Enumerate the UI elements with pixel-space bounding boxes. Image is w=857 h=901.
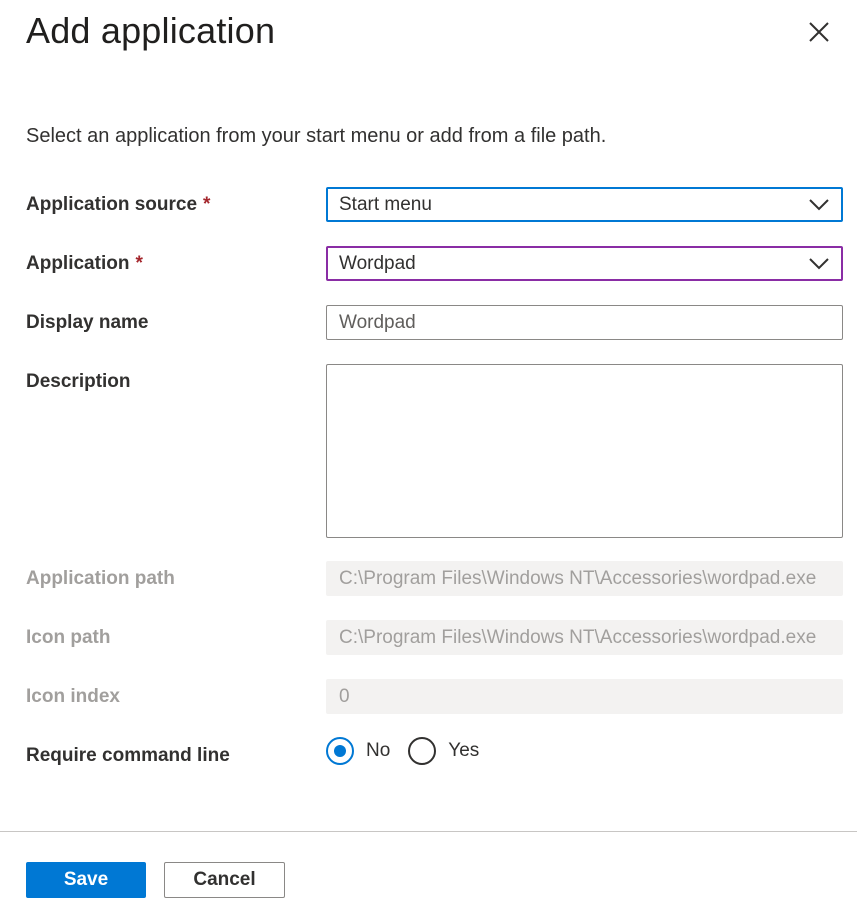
application-source-value: Start menu — [339, 193, 432, 215]
application-path-value: C:\Program Files\Windows NT\Accessories\… — [339, 567, 817, 589]
application-label: Application * — [26, 253, 143, 275]
panel-title: Add application — [26, 10, 276, 51]
close-button[interactable] — [805, 18, 833, 46]
save-button[interactable]: Save — [26, 862, 146, 898]
application-path-label: Application path — [26, 568, 175, 589]
icon-path-label: Icon path — [26, 627, 111, 648]
application-dropdown[interactable]: Wordpad — [326, 246, 843, 281]
radio-yes[interactable]: Yes — [408, 737, 479, 765]
radio-no-label: No — [366, 740, 391, 761]
require-command-line-radio-group: No Yes — [326, 737, 497, 765]
icon-index-label: Icon index — [26, 686, 120, 707]
icon-index-value: 0 — [339, 685, 350, 707]
application-source-label-text: Application source — [26, 194, 198, 215]
application-source-label: Application source * — [26, 194, 210, 216]
radio-yes-label: Yes — [448, 740, 480, 761]
description-textarea[interactable] — [326, 364, 843, 538]
footer-divider — [0, 831, 857, 832]
display-name-label: Display name — [26, 312, 149, 333]
application-value: Wordpad — [339, 252, 416, 274]
require-command-line-label: Require command line — [26, 745, 230, 766]
application-label-text: Application — [26, 253, 130, 274]
description-label: Description — [26, 371, 131, 392]
chevron-down-icon — [809, 198, 829, 210]
radio-unchecked-icon — [408, 737, 437, 765]
display-name-input[interactable]: Wordpad — [326, 305, 843, 340]
required-mark: * — [203, 194, 211, 215]
application-path-input: C:\Program Files\Windows NT\Accessories\… — [326, 561, 843, 596]
radio-no[interactable]: No — [326, 737, 390, 765]
radio-checked-icon — [326, 737, 354, 765]
close-icon — [809, 22, 829, 42]
icon-path-value: C:\Program Files\Windows NT\Accessories\… — [339, 626, 817, 648]
display-name-value: Wordpad — [339, 311, 416, 333]
icon-index-input: 0 — [326, 679, 843, 714]
intro-text: Select an application from your start me… — [26, 125, 607, 147]
application-source-dropdown[interactable]: Start menu — [326, 187, 843, 222]
required-mark: * — [135, 253, 143, 274]
chevron-down-icon — [809, 257, 829, 269]
icon-path-input: C:\Program Files\Windows NT\Accessories\… — [326, 620, 843, 655]
cancel-button[interactable]: Cancel — [164, 862, 285, 898]
